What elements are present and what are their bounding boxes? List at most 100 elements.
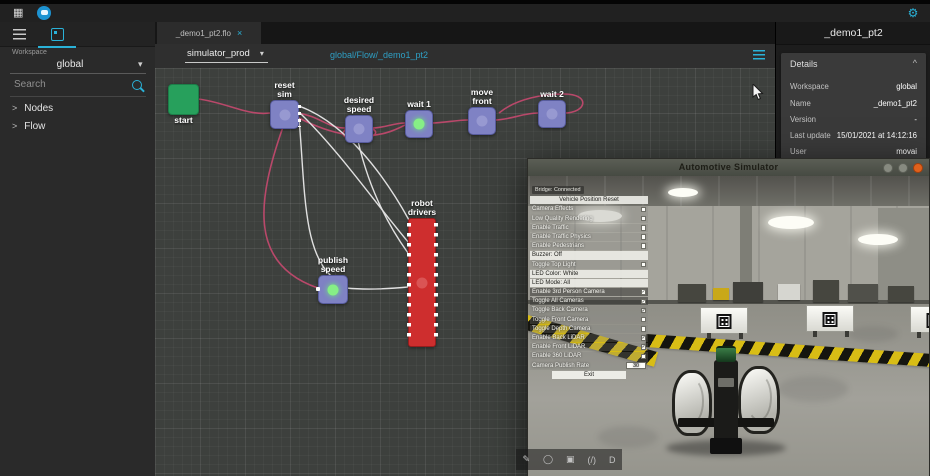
pen-tool-icon[interactable]: ✎ xyxy=(522,454,530,465)
workspace-select[interactable]: global xyxy=(0,59,140,70)
node-label: publish speed xyxy=(314,256,352,274)
breadcrumb[interactable]: global/Flow/_demo1_pt2 xyxy=(330,50,428,60)
chevron-down-icon: ▾ xyxy=(260,49,264,58)
checkbox[interactable] xyxy=(641,234,647,240)
toggle-depth-camera-toggle[interactable]: Toggle Depth Camera xyxy=(530,325,648,333)
toggle-top-light-toggle[interactable]: Toggle Top Light xyxy=(530,260,648,268)
toggle-all-cameras-toggle[interactable]: Toggle All Cameras ✓ xyxy=(530,297,648,305)
camera-effects-toggle[interactable]: Camera Effects xyxy=(530,205,648,213)
checkbox[interactable] xyxy=(641,225,647,231)
divider xyxy=(10,73,146,74)
details-card: Details ^ Workspace global Name _demo1_p… xyxy=(781,53,926,165)
toggle-back-camera-toggle[interactable]: Toggle Back Camera✓ xyxy=(530,306,648,314)
minimize-button[interactable] xyxy=(883,163,893,173)
details-header[interactable]: Details ^ xyxy=(781,53,926,75)
lasso-tool-icon[interactable]: ◯ xyxy=(543,454,553,465)
robot-camera xyxy=(718,378,734,387)
checkbox[interactable] xyxy=(641,243,647,249)
flow-node-robot-drivers[interactable]: robot drivers xyxy=(408,218,436,347)
sidebar-tab-menu[interactable] xyxy=(0,22,38,46)
details-row-value: 15/01/2021 at 14:12:16 xyxy=(837,131,917,140)
sidebar-item-label: Nodes xyxy=(24,103,53,114)
flow-node-wait-1[interactable]: wait 1 xyxy=(405,110,433,138)
checkbox[interactable]: ✓ xyxy=(641,335,647,341)
background-crate xyxy=(733,282,763,302)
bridge-status: Bridge: Connected xyxy=(532,186,584,194)
checkbox[interactable] xyxy=(641,317,647,323)
details-row-label: User xyxy=(790,147,806,156)
vehicle-position-reset-button[interactable]: Vehicle Position Reset xyxy=(530,196,648,204)
search-input[interactable]: Search xyxy=(14,79,46,90)
close-button[interactable] xyxy=(913,163,923,173)
enable-traffic-toggle[interactable]: Enable Traffic xyxy=(530,224,648,232)
exit-row: Exit xyxy=(530,371,648,379)
cart xyxy=(700,307,748,334)
editor-tab-strip: _demo1_pt2.flo × xyxy=(155,22,775,44)
app-bar: ▦ ⚙ xyxy=(0,4,930,23)
toggle-label: Enable 360 LiDAR xyxy=(532,353,581,359)
led-color-button[interactable]: LED Color: White xyxy=(530,270,648,278)
low-quality-rendering-toggle[interactable]: Low Quality Rendering xyxy=(530,214,648,222)
tab-demo1-pt2[interactable]: _demo1_pt2.flo × xyxy=(157,22,261,46)
enable-front-lidar-toggle[interactable]: Enable Front LiDAR ✓ xyxy=(530,343,648,351)
details-row: Last update 15/01/2021 at 14:12:16 xyxy=(790,131,917,140)
maximize-button[interactable] xyxy=(898,163,908,173)
toggle-tool-icon[interactable]: (/) xyxy=(588,455,597,465)
flow-node-publish-speed[interactable]: publish speed xyxy=(318,275,348,304)
flow-node-move-front[interactable]: move front xyxy=(468,107,496,135)
camera-publish-rate-row: Camera Publish Rate30 xyxy=(530,361,648,369)
details-row-value: - xyxy=(914,115,917,124)
chevron-right-icon: > xyxy=(12,121,17,131)
checkbox[interactable] xyxy=(641,207,647,213)
enable-back-lidar-toggle[interactable]: Enable Back LiDAR ✓ xyxy=(530,334,648,342)
movai-logo-icon[interactable] xyxy=(37,6,51,20)
details-row-value: _demo1_pt2 xyxy=(874,99,917,108)
close-icon[interactable]: × xyxy=(237,28,242,38)
toggle-label: Enable Front LiDAR xyxy=(532,344,585,350)
checkbox[interactable]: ✓ xyxy=(641,344,647,350)
search-icon[interactable] xyxy=(132,80,142,90)
simulator-viewport[interactable]: Bridge: Connected Vehicle Position Reset… xyxy=(528,176,929,476)
flow-node-wait-2[interactable]: wait 2 xyxy=(538,100,566,128)
flow-node-start[interactable]: start xyxy=(168,84,199,115)
toggle-label: Toggle All Cameras xyxy=(532,298,584,304)
tugbot-robot xyxy=(670,354,782,458)
collapse-icon[interactable]: ^ xyxy=(913,58,917,68)
led-mode-button[interactable]: LED Mode: All xyxy=(530,279,648,287)
flow-selector[interactable]: simulator_prod▾ xyxy=(185,48,268,63)
gear-icon[interactable]: ⚙ xyxy=(906,6,920,20)
sidebar-item-nodes[interactable]: >Nodes xyxy=(12,103,53,114)
screen: ▦ ⚙ Workspace global ▾ Search >Nodes >Fl… xyxy=(0,0,930,476)
debug-tool-icon[interactable]: D xyxy=(609,455,616,465)
details-row-label: Last update xyxy=(790,131,831,140)
exit-button[interactable]: Exit xyxy=(552,371,626,379)
floor-stain xyxy=(598,426,658,448)
flow-node-reset-sim[interactable]: reset sim xyxy=(270,100,299,129)
apps-grid-icon[interactable]: ▦ xyxy=(13,7,26,20)
grid-tool-icon[interactable]: ▣ xyxy=(566,454,575,465)
checkbox[interactable] xyxy=(641,262,647,268)
camera-publish-rate-input[interactable]: 30 xyxy=(626,362,646,369)
node-state-dot xyxy=(279,109,290,120)
toggle-label: Enable Back LiDAR xyxy=(532,335,585,341)
checkbox[interactable] xyxy=(641,216,647,222)
checkbox[interactable] xyxy=(641,354,647,360)
checkbox[interactable] xyxy=(641,326,647,332)
checkbox[interactable]: ✓ xyxy=(641,299,647,305)
sidebar-item-flow[interactable]: >Flow xyxy=(12,121,45,132)
toggle-front-camera-toggle[interactable]: Toggle Front Camera xyxy=(530,315,648,323)
buzzer-button[interactable]: Buzzer: Off xyxy=(530,251,648,259)
enable-360-lidar-toggle[interactable]: Enable 360 LiDAR xyxy=(530,352,648,360)
enable-3rd-person-camera-toggle[interactable]: Enable 3rd Person Camera✓ xyxy=(530,288,648,296)
flow-node-desired-speed[interactable]: desired speed xyxy=(345,115,373,143)
simulator-title-bar[interactable]: Automotive Simulator xyxy=(528,159,929,177)
simulator-control-panel: Bridge: Connected Vehicle Position Reset… xyxy=(530,178,652,380)
checkbox[interactable]: ✓ xyxy=(641,289,647,295)
toggle-label: Enable Pedestrians xyxy=(532,243,584,249)
toolbar-menu-icon[interactable] xyxy=(753,50,765,60)
enable-traffic-physics-toggle[interactable]: Enable Traffic Physics xyxy=(530,233,648,241)
sidebar-tab-bookmarks[interactable] xyxy=(38,22,76,48)
enable-pedestrians-toggle[interactable]: Enable Pedestrians xyxy=(530,242,648,250)
floor-stain xyxy=(778,376,848,402)
checkbox[interactable]: ✓ xyxy=(641,308,647,314)
